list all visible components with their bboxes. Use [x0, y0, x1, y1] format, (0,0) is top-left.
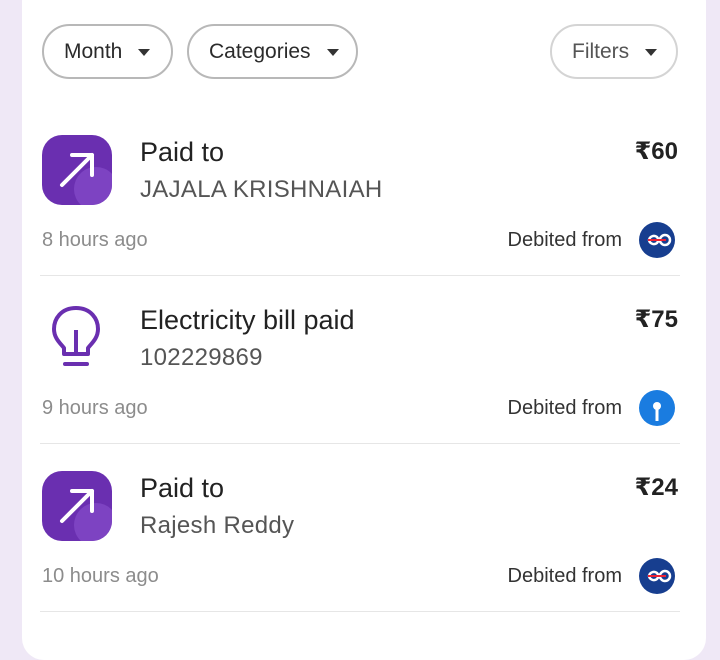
lightbulb-icon [52, 306, 100, 366]
transaction-item[interactable]: Paid to Rajesh Reddy ₹24 10 hours ago De… [0, 0, 720, 594]
transaction-time: 10 hours ago [42, 565, 159, 587]
transaction-amount: ₹24 [634, 474, 678, 501]
kotak-bank-icon [639, 222, 675, 258]
transaction-payee: Rajesh Reddy [140, 512, 295, 539]
kotak-bank-icon [639, 558, 675, 594]
transaction-time: 8 hours ago [42, 229, 148, 251]
transaction-amount: ₹75 [634, 306, 678, 333]
divider [40, 611, 680, 612]
divider [40, 275, 680, 276]
debited-from-label: Debited from [507, 397, 623, 419]
transaction-title: Electricity bill paid [140, 305, 355, 335]
debited-from-label: Debited from [507, 229, 623, 251]
arrow-up-right-icon [42, 471, 112, 541]
transaction-payee: JAJALA KRISHNAIAH [140, 176, 383, 203]
sbi-bank-icon [639, 390, 675, 426]
transaction-title: Paid to [140, 473, 225, 503]
divider [40, 443, 680, 444]
transaction-time: 9 hours ago [42, 397, 148, 419]
debited-from-label: Debited from [507, 565, 623, 587]
transaction-account-number: 102229869 [140, 344, 263, 371]
